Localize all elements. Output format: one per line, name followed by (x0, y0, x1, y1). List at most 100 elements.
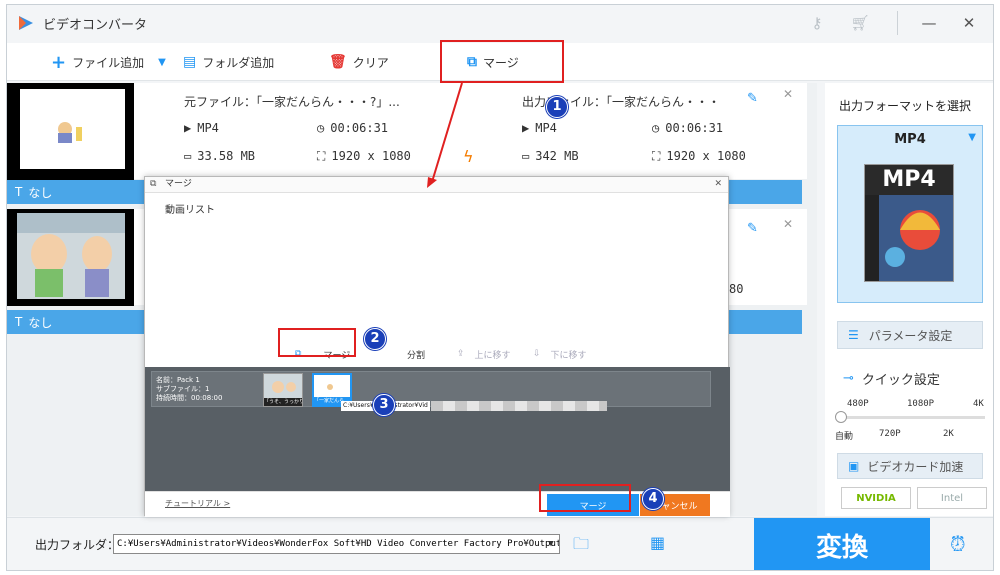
video-thumbnail[interactable] (7, 209, 134, 306)
thumbnail-image (7, 209, 134, 306)
output-path-value: C:¥Users¥Administrator¥Videos¥WonderFox … (117, 539, 560, 549)
src-format: ▶ MP4 (184, 121, 219, 135)
edit-icon[interactable]: ✎ (747, 221, 758, 236)
dialog-close-icon[interactable]: ✕ (714, 177, 722, 192)
quality-slider-track[interactable] (839, 416, 985, 419)
minimize-button[interactable]: — (919, 13, 939, 33)
out-resolution-value: 1920 x 1080 (666, 149, 746, 163)
partial-resolution: 80 (729, 282, 744, 296)
out-resolution: ⛶ 1920 x 1080 (652, 149, 746, 164)
clip-label: 「うそ、うっかり… (264, 398, 302, 406)
clear-label: クリア (352, 55, 389, 70)
gpu-acceleration-button[interactable]: ▣ ビデオカード加速 (837, 453, 983, 479)
intel-badge: Intel (917, 487, 987, 509)
clear-button[interactable]: 🗑︎ クリア (329, 51, 389, 73)
format-icon: ▶ (522, 121, 530, 135)
parameter-settings-button[interactable]: ☰ パラメータ設定 (837, 321, 983, 349)
cart-icon[interactable]: 🛒︎ (850, 13, 870, 33)
subtitle-value: なし (28, 315, 53, 330)
video-folder-icon[interactable]: ▦ (650, 533, 665, 552)
move-down-button[interactable]: ⇩ 下に移す (533, 345, 587, 363)
dialog-title-bar: ⧉ マージ ✕ (145, 177, 728, 193)
out-size-value: 342 MB (535, 149, 579, 163)
convert-label: 変換 (815, 533, 868, 563)
step-1-badge: 1 (546, 96, 568, 118)
folder-add-icon: ▤ (183, 54, 197, 70)
sliders-icon: ☰ (848, 328, 859, 342)
trash-icon: 🗑︎ (329, 54, 347, 70)
video-list-label: 動画リスト (165, 205, 215, 216)
clock-icon: ◷ (317, 121, 325, 135)
remove-item-icon[interactable]: ✕ (783, 217, 793, 231)
app-logo-icon (19, 16, 33, 30)
out-duration: ◷ 00:06:31 (652, 121, 723, 135)
cursor-icon: ☝ (342, 386, 349, 397)
folder-icon: ▭ (522, 149, 530, 163)
quality-1080p: 1080P (907, 399, 935, 409)
pack-area: 名前：Pack 1 サブファイル：1 持続時間：00:08:00 「うそ、うっか… (145, 367, 730, 491)
quality-slider-knob[interactable] (835, 411, 847, 423)
video-thumbnail[interactable] (7, 83, 134, 180)
src-resolution: ⛶ 1920 x 1080 (317, 149, 411, 164)
quality-480p: 480P (847, 399, 869, 409)
format-icon: ▶ (184, 121, 192, 135)
open-folder-icon[interactable]: 🗀︎ (573, 533, 589, 560)
split-label: 分割 (407, 350, 426, 361)
app-title: ビデオコンバータ (43, 18, 148, 33)
subtitle-value: なし (28, 185, 53, 200)
pack-clip[interactable]: 「うそ、うっかり… (263, 373, 303, 407)
folder-icon: ▭ (184, 149, 192, 163)
step-2-badge: 2 (364, 328, 386, 350)
balloon-image (865, 195, 953, 281)
merge-highlight (440, 40, 564, 83)
quick-label: クイック設定 (861, 373, 940, 388)
add-file-button[interactable]: + ファイル追加 ▼ (51, 51, 166, 73)
tutorial-link[interactable]: チュートリアル > (165, 498, 230, 509)
arrow-up-icon: ⇪ (457, 349, 465, 359)
alarm-clock-icon[interactable]: ⏰︎ (950, 532, 966, 556)
clip-thumbnail (264, 374, 302, 400)
merge-icon: ⧉ (150, 179, 157, 189)
add-folder-label: フォルダ追加 (202, 55, 275, 70)
src-format-value: MP4 (197, 121, 219, 135)
remove-item-icon[interactable]: ✕ (783, 87, 793, 101)
out-format-value: MP4 (535, 121, 557, 135)
nvidia-badge: NVIDIA (841, 487, 911, 509)
clock-icon: ◷ (652, 121, 660, 135)
split-button[interactable]: 分割 (407, 345, 425, 363)
chevron-down-icon: ▼ (968, 132, 976, 143)
move-up-button[interactable]: ⇪ 上に移す (457, 345, 511, 363)
format-title: 出力フォーマットを選択 (839, 99, 972, 113)
src-duration-value: 00:06:31 (330, 121, 389, 135)
edit-icon[interactable]: ✎ (747, 91, 758, 106)
close-button[interactable]: ✕ (959, 13, 979, 33)
key-icon[interactable]: ⚷ (807, 13, 827, 33)
output-panel: 出力フォーマットを選択 MP4 ▼ MP4 ☰ パラメータ設定 ⊸ クイック設定 (825, 83, 993, 516)
pack-info: 名前：Pack 1 サブファイル：1 持続時間：00:08:00 (156, 376, 222, 403)
src-duration: ◷ 00:06:31 (317, 121, 388, 135)
convert-button[interactable]: 変換 (754, 518, 930, 570)
out-duration-value: 00:06:31 (665, 121, 724, 135)
resolution-icon: ⛶ (652, 149, 661, 163)
resolution-icon: ⛶ (317, 149, 326, 163)
format-selector[interactable]: MP4 ▼ MP4 (837, 125, 983, 303)
move-down-label: 下に移す (550, 350, 587, 361)
output-path-field[interactable]: C:¥Users¥Administrator¥Videos¥WonderFox … (113, 534, 560, 554)
step-3-badge: 3 (373, 394, 395, 416)
chevron-down-icon[interactable]: ▼ (543, 535, 559, 553)
out-size: ▭ 342 MB (522, 149, 579, 163)
lightning-icon: ϟ (463, 147, 474, 166)
arrow-down-icon: ⇩ (533, 349, 541, 359)
chip-icon: ▣ (848, 459, 860, 473)
pack-name: 名前：Pack 1 (156, 376, 200, 384)
add-folder-button[interactable]: ▤ フォルダ追加 (183, 51, 274, 73)
bottom-bar: 出力フォルダ： C:¥Users¥Administrator¥Videos¥Wo… (7, 517, 993, 570)
nvidia-label: NVIDIA (856, 492, 896, 504)
quality-4k: 4K (973, 399, 984, 409)
file-item[interactable]: 元ファイル：「一家だんらん・・・?」... ▶ MP4 ◷ 00:06:31 ▭ 33… (7, 83, 807, 180)
quality-720p: 720P (879, 429, 901, 439)
src-resolution-value: 1920 x 1080 (331, 149, 411, 163)
output-folder-label: 出力フォルダ： (35, 538, 120, 552)
run-merge-highlight (539, 484, 631, 512)
dropdown-arrow-icon[interactable]: ▼ (158, 57, 166, 68)
